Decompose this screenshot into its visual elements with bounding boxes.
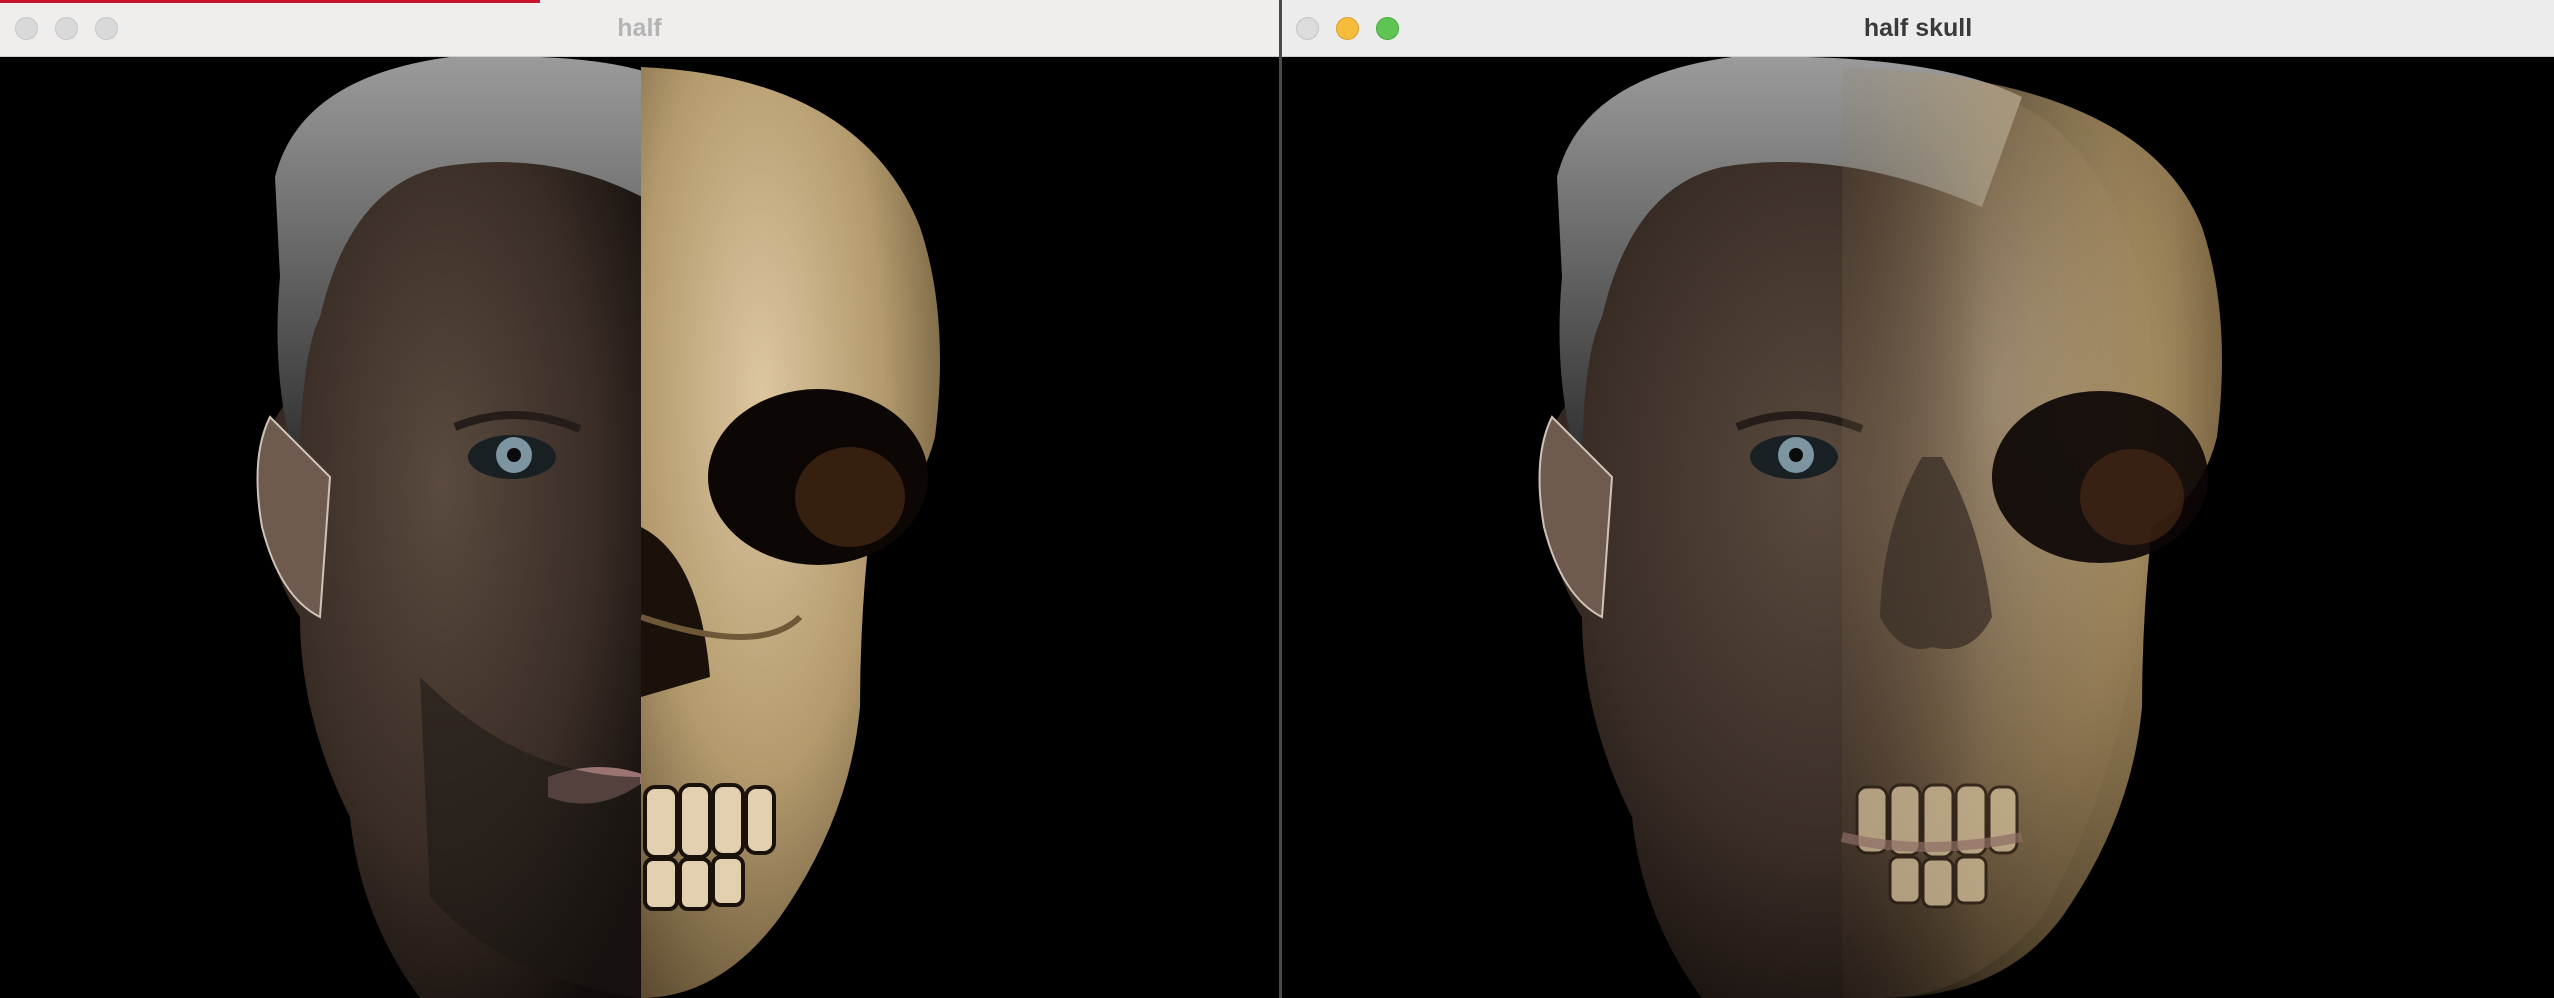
title-bar[interactable]: half skull bbox=[1282, 0, 2554, 57]
window-title: half bbox=[617, 14, 662, 42]
window-half[interactable]: half bbox=[0, 0, 1279, 998]
image-canvas bbox=[1282, 57, 2554, 998]
window-title: half skull bbox=[1863, 14, 1973, 42]
half-face-half-skull-image bbox=[0, 57, 1279, 998]
image-canvas bbox=[0, 57, 1279, 998]
window-half-skull[interactable]: half skull bbox=[1282, 0, 2554, 998]
blended-face-skull-image bbox=[1282, 57, 2554, 998]
title-bar[interactable]: half bbox=[0, 0, 1279, 57]
